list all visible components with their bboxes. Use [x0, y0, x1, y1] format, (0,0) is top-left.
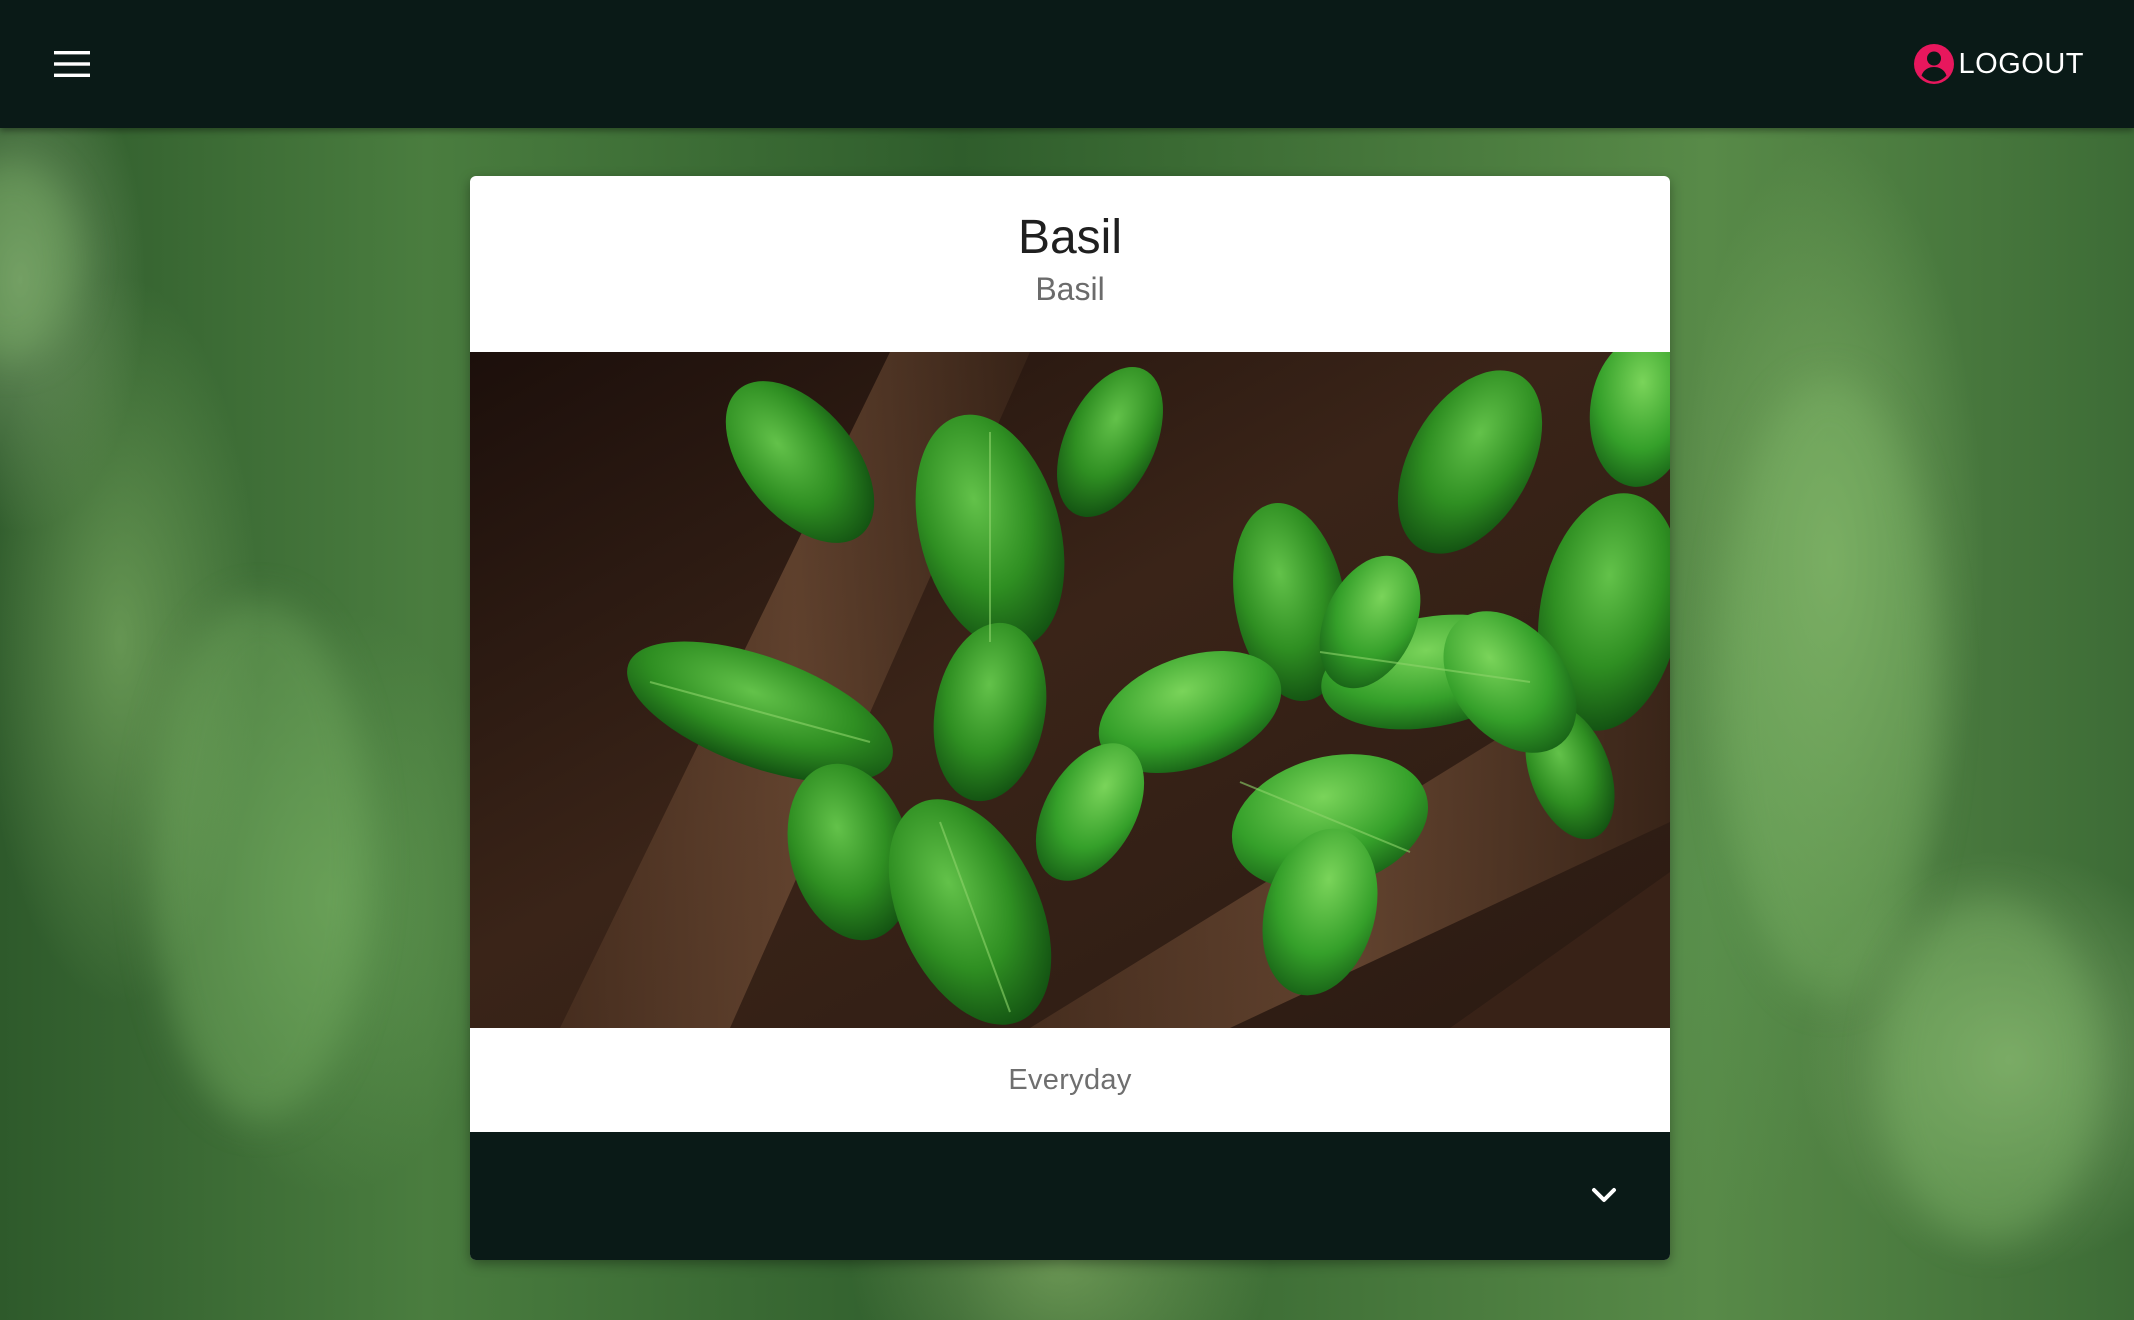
- card-title: Basil: [1017, 211, 1123, 264]
- background-leaf: [1880, 900, 2100, 1240]
- hamburger-menu-icon: [54, 51, 90, 77]
- card-content: Everyday: [470, 1028, 1670, 1132]
- card-description: Everyday: [1008, 1063, 1132, 1096]
- chevron-down-icon: [1592, 1188, 1616, 1202]
- plant-image: [470, 352, 1670, 1028]
- expand-button[interactable]: [1576, 1168, 1632, 1224]
- menu-button[interactable]: [38, 42, 106, 86]
- card-actions: [470, 1132, 1670, 1260]
- card-header: Basil Basil: [470, 176, 1670, 352]
- background-leaf: [0, 160, 80, 360]
- background-leaf: [1720, 380, 1940, 1000]
- plant-card: Basil Basil Everyday: [470, 176, 1670, 1260]
- logout-label: LOGOUT: [1958, 47, 2084, 80]
- app-bar: LOGOUT: [0, 0, 2134, 128]
- card-subtitle: Basil: [1035, 270, 1105, 307]
- account-circle-icon: [1913, 44, 1954, 84]
- background-leaf: [150, 600, 370, 1120]
- logout-button[interactable]: LOGOUT: [1913, 38, 2084, 90]
